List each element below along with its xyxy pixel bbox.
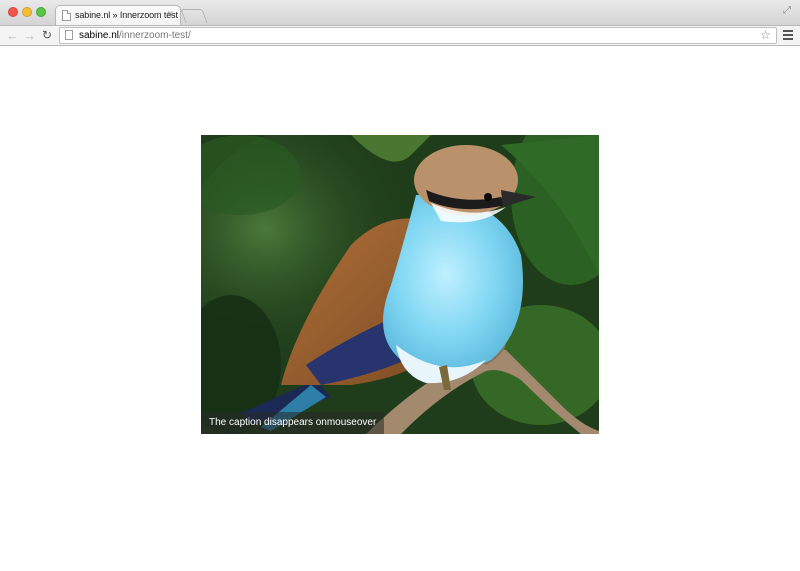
page-icon bbox=[62, 10, 71, 21]
close-window-button[interactable] bbox=[8, 7, 18, 17]
url-host: sabine.nl bbox=[79, 30, 120, 41]
bird-illustration bbox=[201, 135, 599, 434]
minimize-window-button[interactable] bbox=[22, 7, 32, 17]
hamburger-menu-icon[interactable] bbox=[783, 30, 793, 42]
tab-active[interactable]: sabine.nl » Innerzoom test × bbox=[55, 5, 181, 26]
reload-icon[interactable]: ↻ bbox=[42, 27, 52, 44]
browser-toolbar: ← → ↻ sabine.nl/innerzoom-test/ ☆ bbox=[0, 25, 800, 46]
url-path: /innerzoom-test/ bbox=[119, 30, 191, 41]
title-bar: sabine.nl » Innerzoom test × ⤢ bbox=[0, 0, 800, 26]
page-content: The caption disappears onmouseover bbox=[0, 46, 800, 571]
fullscreen-icon[interactable]: ⤢ bbox=[783, 5, 791, 16]
address-bar[interactable]: sabine.nl/innerzoom-test/ ☆ bbox=[59, 27, 777, 44]
url-text: sabine.nl/innerzoom-test/ bbox=[79, 29, 191, 42]
arrow-right-icon[interactable]: → bbox=[23, 27, 36, 44]
new-tab-button[interactable] bbox=[180, 9, 208, 23]
image-caption: The caption disappears onmouseover bbox=[201, 412, 385, 434]
page-icon bbox=[65, 30, 73, 40]
star-icon[interactable]: ☆ bbox=[760, 28, 771, 43]
tab-close-icon[interactable]: × bbox=[167, 9, 173, 21]
bird-photo[interactable]: The caption disappears onmouseover bbox=[201, 135, 599, 434]
arrow-left-icon[interactable]: ← bbox=[6, 27, 19, 44]
zoom-window-button[interactable] bbox=[36, 7, 46, 17]
tab-title: sabine.nl » Innerzoom test bbox=[75, 10, 178, 20]
